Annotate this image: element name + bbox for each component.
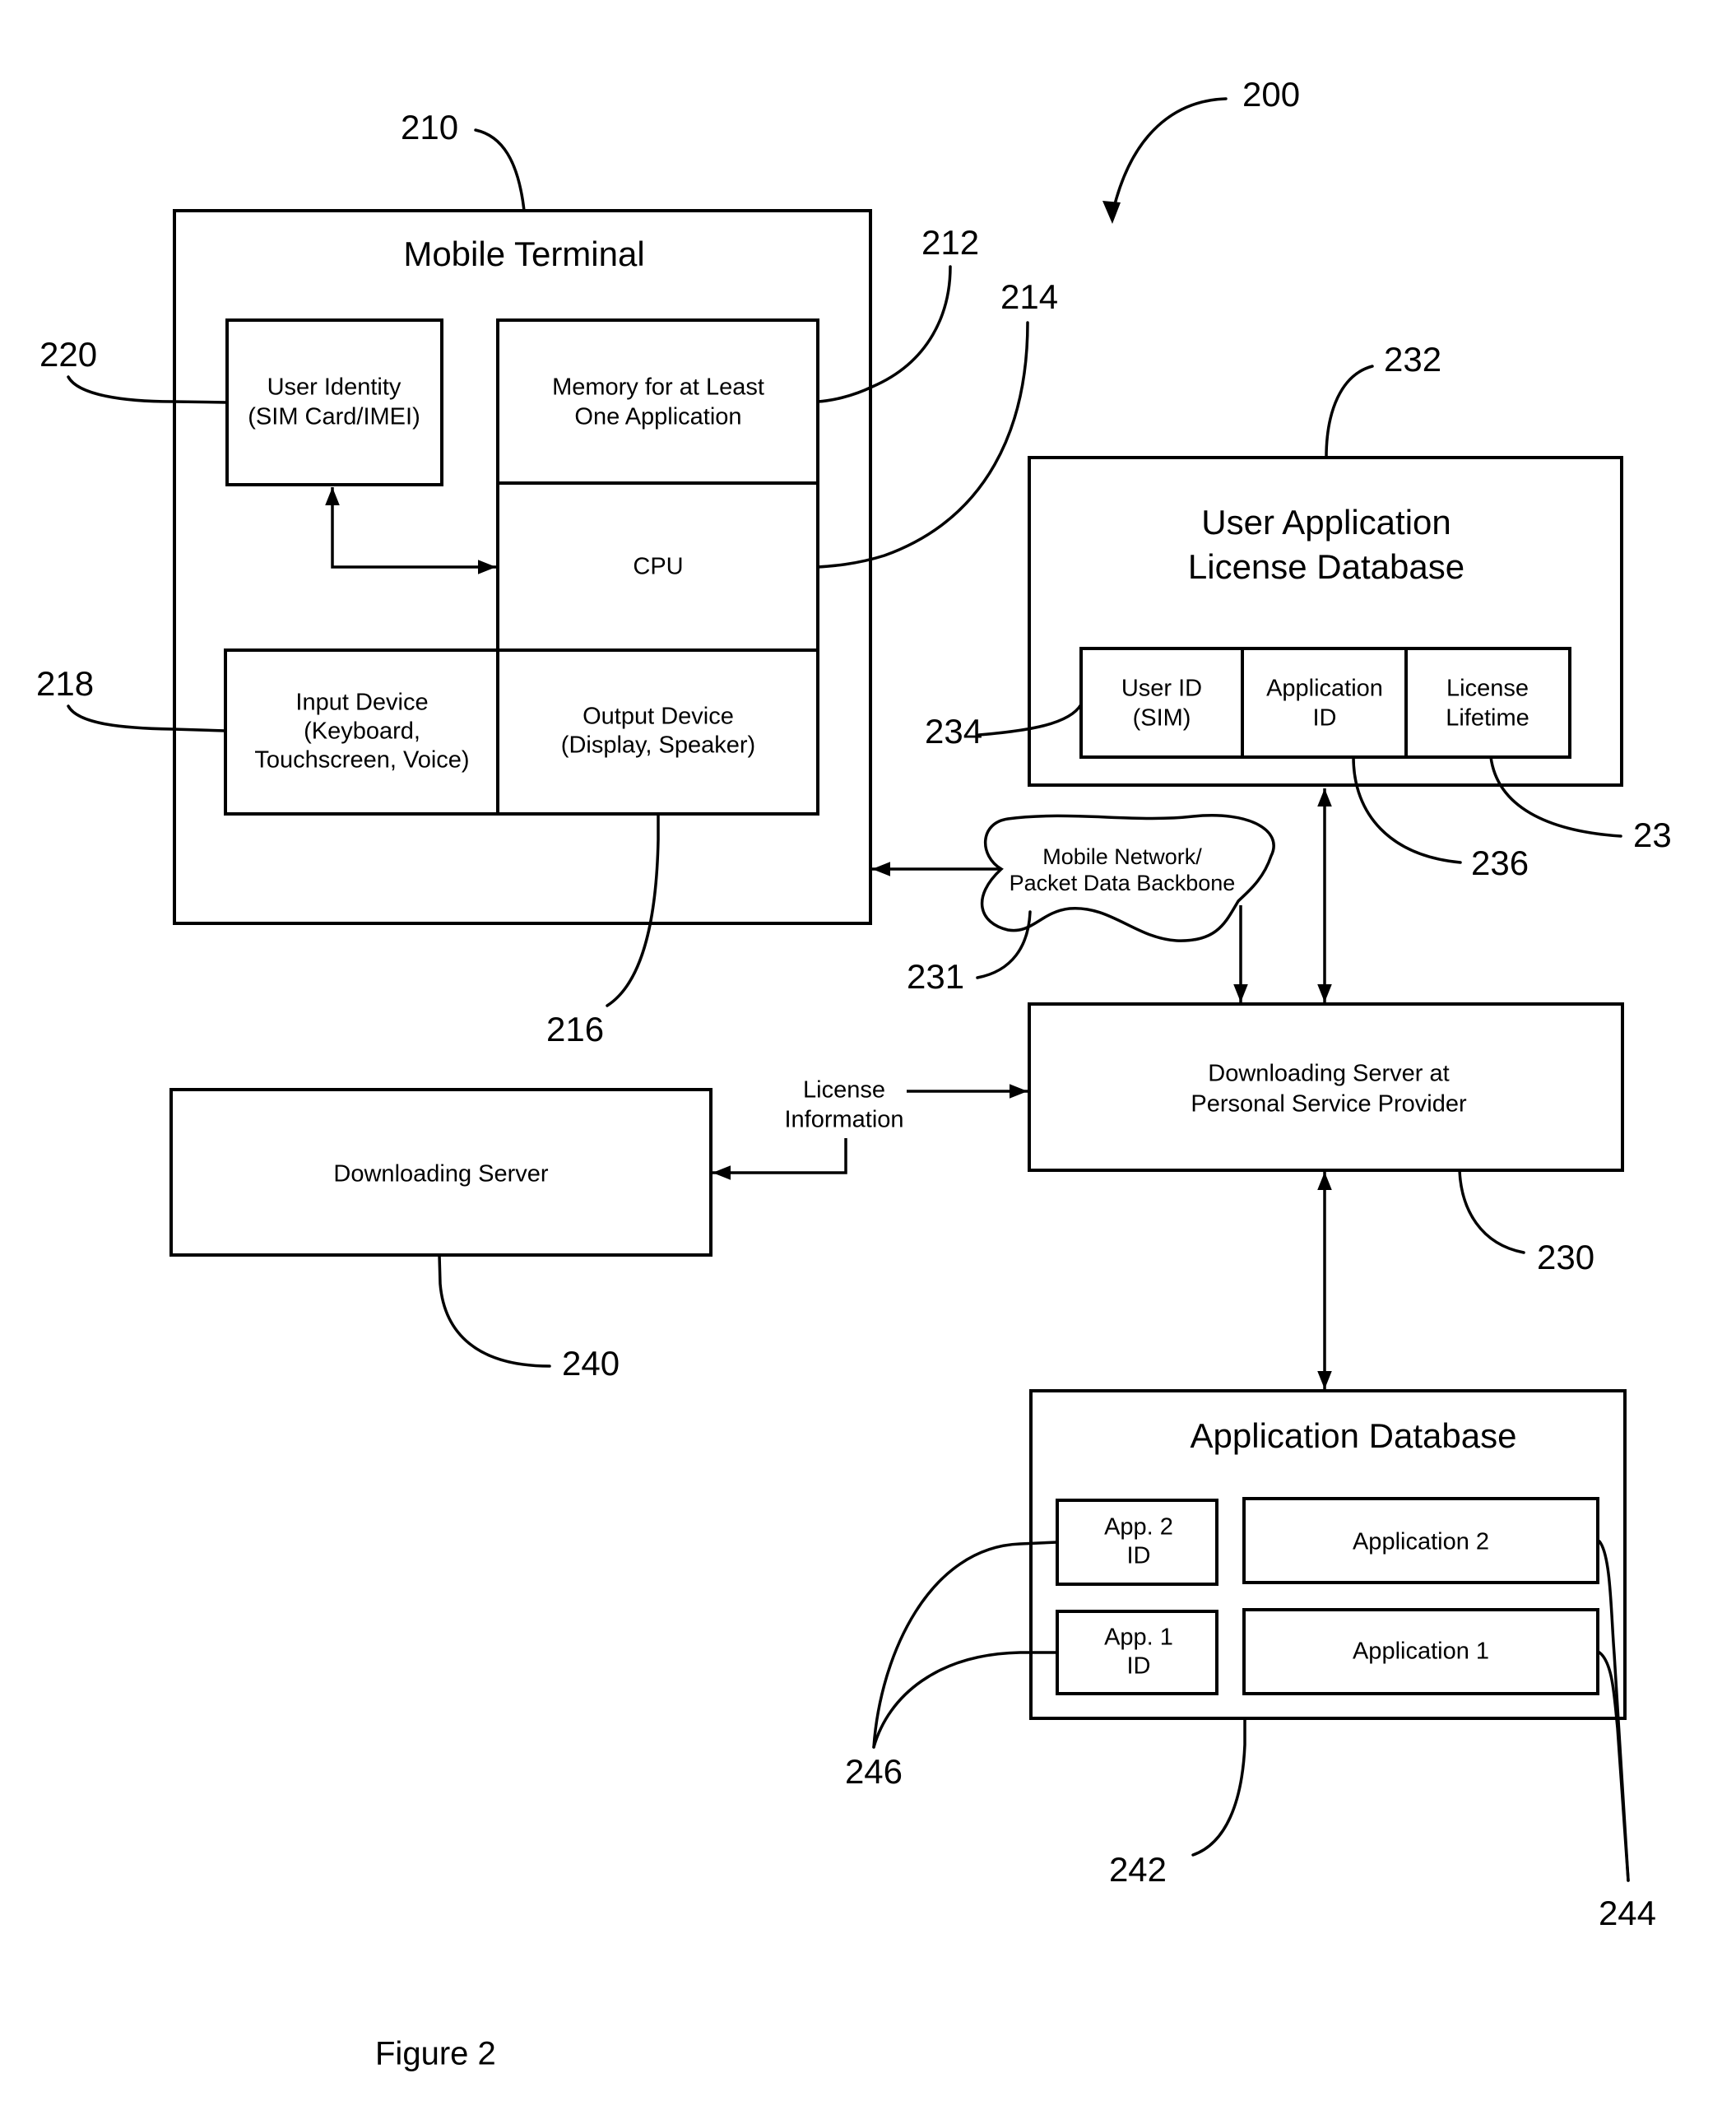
app-2-id-line-2: ID [1127,1543,1151,1569]
ref-label-212: 212 [921,223,979,262]
app-2-id-line-1: App. 2 [1104,1514,1173,1541]
output-device-line-1: Output Device [583,704,734,730]
application-database-title: Application Database [1191,1416,1517,1455]
mobile-terminal-title: Mobile Terminal [403,235,644,273]
leader-line-230 [1458,1169,1525,1254]
mobile-network-cloud: Mobile Network/ Packet Data Backbone 231 [872,814,1275,1002]
application-id-line-2: ID [1313,705,1337,732]
ref-label-23: 23 [1633,816,1672,854]
license-lifetime-line-2: Lifetime [1446,705,1529,732]
patent-diagram: 200 Mobile Terminal 210 User Identity (S… [36,75,1672,2072]
psp-server-box [1028,1002,1624,1172]
user-identity-line-2: (SIM Card/IMEI) [248,404,420,430]
license-info-to-server-arrow [713,1138,847,1180]
ref-label-230: 230 [1537,1238,1594,1276]
user-id-line-2: (SIM) [1133,705,1191,732]
input-device-line-3: Touchscreen, Voice) [254,747,469,774]
user-identity-line-1: User Identity [267,374,402,401]
figure-caption: Figure 2 [375,2036,496,2072]
user-id-line-1: User ID [1121,676,1202,702]
memory-line-1: Memory for at Least [552,374,764,401]
license-info-line-1: License [803,1077,885,1104]
ref-label-242: 242 [1109,1850,1167,1889]
ref-label-210: 210 [401,108,458,146]
leader-line-240 [438,1253,551,1368]
network-line-1: Mobile Network/ [1042,844,1202,869]
cpu-label: CPU [633,554,683,580]
application-1-label: Application 1 [1353,1639,1489,1665]
input-device-line-1: Input Device [295,690,428,716]
ref-label-244: 244 [1599,1894,1656,1932]
ref-200-arrow-line [1111,97,1228,216]
application-2-label: Application 2 [1353,1529,1489,1555]
input-device-line-2: (Keyboard, [304,718,420,745]
license-lifetime-column [1404,647,1571,759]
arrow-head-icon [1102,201,1121,224]
license-lifetime-line-1: License [1446,676,1529,702]
psp-server-line-2: Personal Service Provider [1191,1091,1467,1118]
memory-box [496,318,819,485]
license-info-line-2: Information [784,1107,903,1133]
leader-line-242 [1191,1718,1246,1857]
output-device-line-2: (Display, Speaker) [561,732,755,759]
downloading-server-label: Downloading Server [333,1161,548,1188]
psp-server-line-1: Downloading Server at [1208,1061,1449,1087]
ref-label-231: 231 [907,957,964,996]
ref-label-240: 240 [562,1344,620,1383]
user-identity-box [225,318,443,486]
ref-label-234: 234 [925,712,982,751]
ref-label-200: 200 [1242,75,1300,114]
ref-label-220: 220 [39,335,97,374]
user-id-column [1079,647,1244,759]
ref-label-218: 218 [36,664,94,703]
ref-label-232: 232 [1384,340,1441,379]
figure-reference-200: 200 [1102,75,1300,224]
mobile-terminal: Mobile Terminal 210 User Identity (SIM C… [36,108,1058,1048]
application-database: Application Database App. 2 ID Applicati… [845,1389,1656,1932]
leader-line-210 [474,128,526,212]
ref-label-236: 236 [1471,844,1529,882]
application-id-column [1241,647,1408,759]
ref-label-246: 246 [845,1752,903,1791]
license-database: User Application License Database 232 Us… [925,340,1672,882]
license-database-title-line-1: User Application [1201,503,1451,542]
app-1-id-line-2: ID [1127,1653,1151,1680]
downloading-server: Downloading Server 240 [169,1088,713,1383]
ref-label-214: 214 [1000,277,1058,316]
ref-label-216: 216 [546,1010,604,1048]
application-id-line-1: Application [1266,676,1383,702]
network-line-2: Packet Data Backbone [1010,871,1236,895]
license-information: License Information [713,1077,1028,1180]
leader-line-232 [1325,365,1374,459]
leader-line-231 [976,910,1032,979]
app-1-id-line-1: App. 1 [1104,1625,1173,1651]
license-database-title-line-2: License Database [1188,547,1464,586]
memory-line-2: One Application [574,404,741,430]
